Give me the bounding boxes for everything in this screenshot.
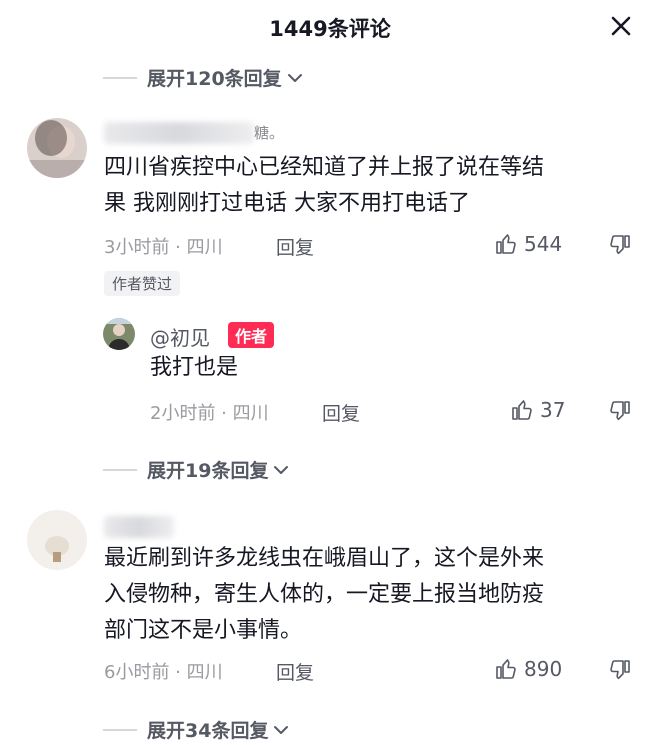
expand-replies-button[interactable]: 展开19条回复 xyxy=(103,456,290,483)
comment-meta: 3小时前 · 四川 xyxy=(104,237,223,258)
like-button[interactable]: 37 xyxy=(510,398,565,422)
author-tag-badge: 作者 xyxy=(228,322,275,348)
reply-username[interactable]: @初见 xyxy=(150,322,210,351)
expand-replies-label: 展开34条回复 xyxy=(147,720,269,742)
chevron-down-icon xyxy=(274,465,289,474)
like-count: 37 xyxy=(540,398,566,422)
chevron-down-icon xyxy=(274,725,289,734)
avatar[interactable] xyxy=(27,510,87,570)
comment-text-line: 部门这不是小事情。 xyxy=(104,618,303,643)
divider-line xyxy=(103,468,137,471)
comment-text-line: 果 我刚刚打过电话 大家不用打电话了 xyxy=(104,191,470,216)
close-icon[interactable] xyxy=(610,15,632,37)
dislike-icon[interactable] xyxy=(608,399,632,427)
thumbs-up-icon xyxy=(496,659,516,679)
expand-replies-button[interactable]: 展开34条回复 xyxy=(103,716,290,743)
comment-text: 最近刷到许多龙线虫在峨眉山了，这个是外来 入侵物种，寄生人体的，一定要上报当地防… xyxy=(104,541,644,649)
username-tail: 糖。 xyxy=(254,124,285,142)
expand-replies-label: 展开19条回复 xyxy=(147,460,269,482)
thumbs-up-icon xyxy=(512,400,532,420)
avatar[interactable] xyxy=(103,318,135,350)
comment-text: 四川省疾控中心已经知道了并上报了说在等结 果 我刚刚打过电话 大家不用打电话了 xyxy=(104,150,644,222)
divider-line xyxy=(103,76,137,79)
comments-header: 1449条评论 xyxy=(0,0,660,54)
like-count: 890 xyxy=(524,657,563,681)
reply-meta: 2小时前 · 四川 xyxy=(150,403,269,424)
comment-text-line: 四川省疾控中心已经知道了并上报了说在等结 xyxy=(104,155,545,180)
reply-button[interactable]: 回复 xyxy=(276,233,314,260)
like-count: 544 xyxy=(524,232,563,256)
chevron-down-icon xyxy=(287,73,302,82)
like-button[interactable]: 890 xyxy=(494,657,562,681)
divider-line xyxy=(103,728,137,731)
comment-text-line: 入侵物种，寄生人体的，一定要上报当地防疫 xyxy=(104,582,545,607)
expand-replies-button[interactable]: 展开120条回复 xyxy=(103,64,304,91)
comment-text-line: 最近刷到许多龙线虫在峨眉山了，这个是外来 xyxy=(104,546,545,571)
avatar[interactable] xyxy=(27,118,87,178)
comment-meta: 6小时前 · 四川 xyxy=(104,662,223,683)
reply-button[interactable]: 回复 xyxy=(322,399,360,426)
dislike-icon[interactable] xyxy=(608,233,632,261)
reply-text: 我打也是 xyxy=(150,355,239,380)
comment-count-title: 1449条评论 xyxy=(269,17,391,41)
username-blurred[interactable] xyxy=(104,516,174,538)
expand-replies-label: 展开120条回复 xyxy=(147,68,282,90)
username-blurred[interactable] xyxy=(104,122,254,144)
author-liked-badge: 作者赞过 xyxy=(104,271,181,296)
dislike-icon[interactable] xyxy=(608,658,632,686)
reply-button[interactable]: 回复 xyxy=(276,658,314,685)
like-button[interactable]: 544 xyxy=(494,232,562,256)
thumbs-up-icon xyxy=(496,234,516,254)
